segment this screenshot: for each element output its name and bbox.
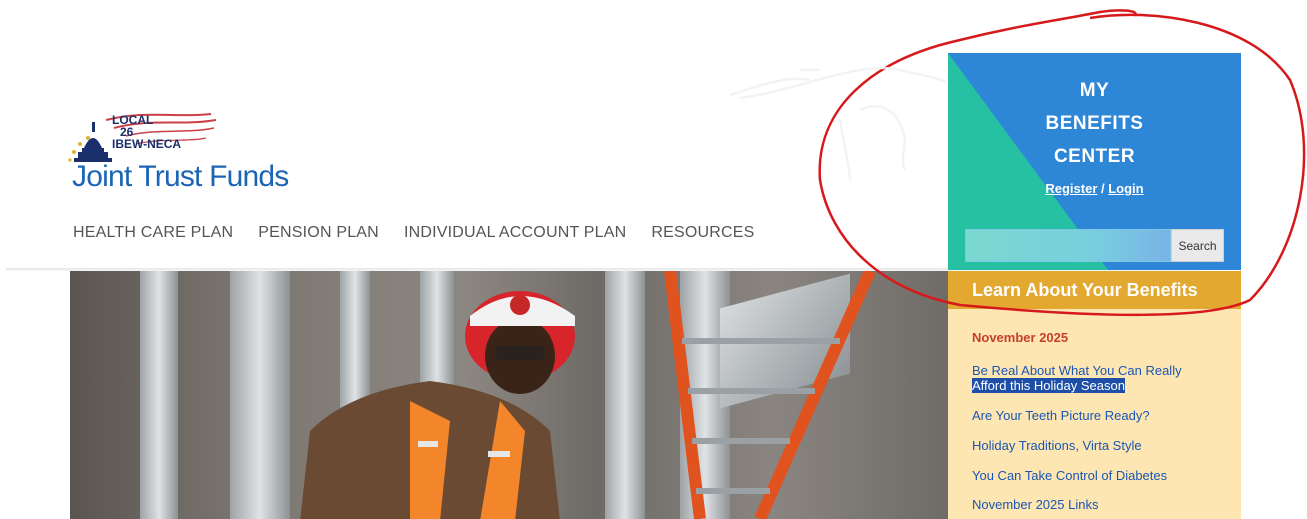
orange-ladder <box>664 271 876 519</box>
article-link-holiday-budget[interactable]: Be Real About What You Can Really Afford… <box>972 363 1222 393</box>
login-link[interactable]: Login <box>1108 181 1143 196</box>
article-title-line-1: Be Real About What You Can Really <box>972 363 1182 378</box>
article-link-holiday-traditions[interactable]: Holiday Traditions, Virta Style <box>972 438 1222 453</box>
metal-stud <box>140 271 178 519</box>
article-link-diabetes[interactable]: You Can Take Control of Diabetes <box>972 468 1222 483</box>
white-scribble-annotation <box>729 66 946 181</box>
nav-resources[interactable]: RESOURCES <box>651 224 754 242</box>
my-benefits-center-panel: MY BENEFITS CENTER Register / Login Sear… <box>948 53 1241 270</box>
worker <box>300 291 575 519</box>
logo-local-text: LOCAL 26 IBEW-NECA <box>112 114 181 150</box>
search-input[interactable] <box>965 229 1171 262</box>
article-link-november-links[interactable]: November 2025 Links <box>972 497 1222 512</box>
title-line-2: BENEFITS <box>1045 113 1144 134</box>
nav-pension-plan[interactable]: PENSION PLAN <box>258 224 379 242</box>
main-nav: HEALTH CARE PLAN PENSION PLAN INDIVIDUAL… <box>73 224 755 242</box>
learn-header: Learn About Your Benefits <box>948 271 1241 309</box>
auth-separator: / <box>1097 181 1109 196</box>
register-link[interactable]: Register <box>1045 181 1097 196</box>
title-line-3: CENTER <box>1053 146 1136 167</box>
nav-health-care-plan[interactable]: HEALTH CARE PLAN <box>73 224 233 242</box>
search-button[interactable]: Search <box>1171 229 1224 262</box>
logo-ibew-neca: IBEW-NECA <box>112 137 182 151</box>
site-logo[interactable]: LOCAL 26 IBEW-NECA Joint Trust Funds <box>66 108 289 198</box>
title-line-1: MY <box>1079 80 1110 101</box>
article-title-line-2-selected: Afford this Holiday Season <box>972 378 1125 393</box>
article-link-teeth[interactable]: Are Your Teeth Picture Ready? <box>972 408 1222 423</box>
benefits-center-title: MY BENEFITS CENTER <box>948 74 1241 173</box>
hero-image <box>70 271 948 519</box>
learn-about-benefits-panel: Learn About Your Benefits November 2025 … <box>948 271 1241 519</box>
nav-individual-account-plan[interactable]: INDIVIDUAL ACCOUNT PLAN <box>404 224 626 242</box>
newsletter-month: November 2025 <box>972 330 1069 345</box>
logo-name: Joint Trust Funds <box>72 160 289 193</box>
search-form: Search <box>965 229 1224 262</box>
metal-stud <box>230 271 290 519</box>
auth-links: Register / Login <box>948 181 1241 196</box>
